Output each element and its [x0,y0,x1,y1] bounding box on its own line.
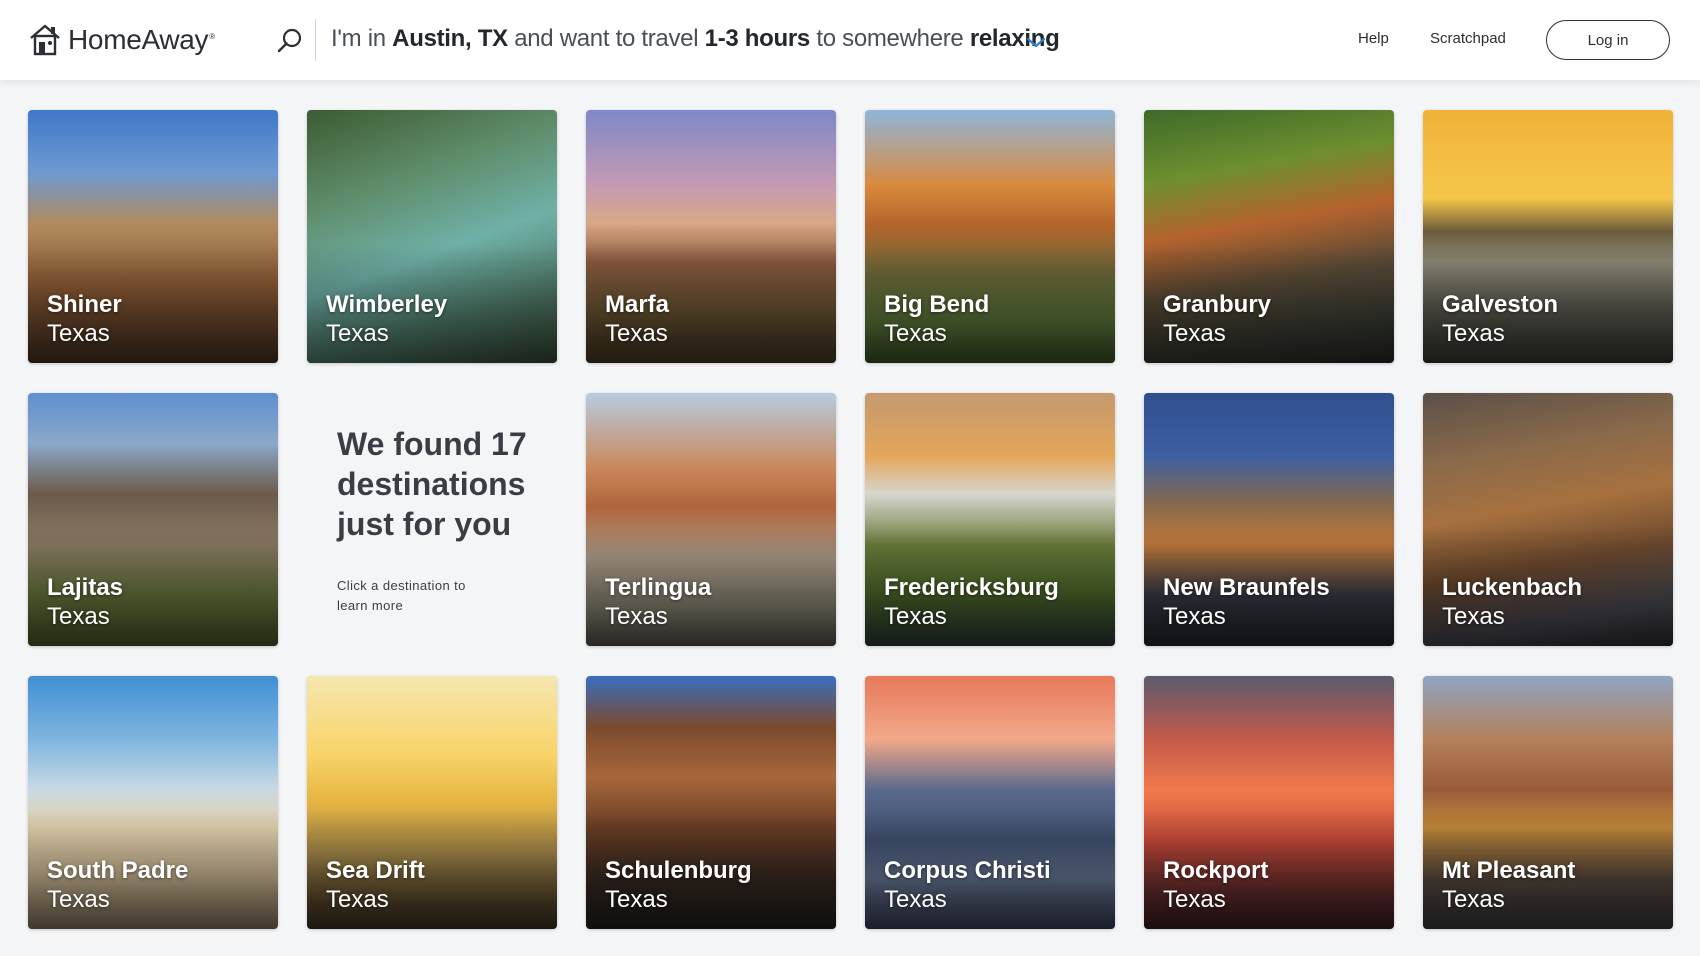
destination-state: Texas [47,603,110,630]
query-middle: and want to travel [507,25,705,52]
destination-state: Texas [605,603,668,630]
destination-card[interactable]: Marfa Texas [586,110,836,363]
destination-state: Texas [605,886,668,913]
destination-state: Texas [47,320,110,347]
destination-state: Texas [605,320,668,347]
destination-name: Mt Pleasant [1442,857,1576,884]
destination-card[interactable]: Terlingua Texas [586,393,836,646]
destination-card[interactable]: South Padre Texas [28,676,278,929]
destination-card[interactable]: Luckenbach Texas [1423,393,1673,646]
destination-state: Texas [326,886,389,913]
destination-state: Texas [1442,886,1505,913]
destination-name: Luckenbach [1442,574,1583,601]
destination-card[interactable]: Rockport Texas [1144,676,1394,929]
chevron-down-icon[interactable] [1024,34,1048,50]
destination-name: New Braunfels [1163,574,1330,601]
destination-state: Texas [884,320,947,347]
house-logo-icon [30,24,60,56]
query-duration[interactable]: 1-3 hours [705,25,811,52]
destination-card[interactable]: Galveston Texas [1423,110,1673,363]
destination-name: Terlingua [605,574,712,601]
destination-state: Texas [1442,603,1505,630]
destination-card[interactable]: Fredericksburg Texas [865,393,1115,646]
destination-state: Texas [1163,603,1226,630]
query-tail: to somewhere [809,25,970,52]
results-summary: We found 17 destinations just for you Cl… [337,424,577,616]
destination-name: Rockport [1163,857,1269,884]
search-icon[interactable] [275,26,305,56]
destination-state: Texas [47,886,110,913]
destination-name: Marfa [605,291,670,318]
help-link[interactable]: Help [1358,30,1389,47]
destination-card[interactable]: New Braunfels Texas [1144,393,1394,646]
destination-state: Texas [1163,886,1226,913]
destination-name: Sea Drift [326,857,425,884]
destination-name: Lajitas [47,574,124,601]
destination-card[interactable]: Big Bend Texas [865,110,1115,363]
destination-card[interactable]: Sea Drift Texas [307,676,557,929]
destination-card[interactable]: Corpus Christi Texas [865,676,1115,929]
destination-state: Texas [1163,320,1226,347]
destination-name: Schulenburg [605,857,752,884]
destination-name: Corpus Christi [884,857,1051,884]
destination-name: Granbury [1163,291,1272,318]
destination-card[interactable]: Mt Pleasant Texas [1423,676,1673,929]
destination-name: Galveston [1442,291,1559,318]
scratchpad-link[interactable]: Scratchpad [1430,30,1506,47]
top-header: HomeAway® I'm in Austin, TX and want to … [0,0,1700,80]
brand-name: HomeAway® [68,24,215,55]
query-location[interactable]: Austin, TX [392,25,508,52]
results-subtitle: Click a destination to learn more [337,578,466,613]
login-button[interactable]: Log in [1546,20,1670,60]
destination-card[interactable]: Wimberley Texas [307,110,557,363]
homeaway-logo[interactable]: HomeAway® [28,20,215,60]
destination-card[interactable]: Schulenburg Texas [586,676,836,929]
destination-name: Wimberley [326,291,448,318]
destination-name: South Padre [47,857,189,884]
destination-name: Fredericksburg [884,574,1059,601]
destination-name: Shiner [47,291,122,318]
destination-state: Texas [326,320,389,347]
destination-state: Texas [884,603,947,630]
search-divider [315,19,316,61]
destination-state: Texas [1442,320,1505,347]
query-prefix: I'm in [331,25,393,52]
results-title: We found 17 destinations just for you [337,426,527,542]
search-query[interactable]: I'm in Austin, TX and want to travel 1-3… [331,25,1060,53]
destination-name: Big Bend [884,291,990,318]
destination-state: Texas [884,886,947,913]
destination-card[interactable]: Lajitas Texas [28,393,278,646]
destination-card[interactable]: Granbury Texas [1144,110,1394,363]
destination-card[interactable]: Shiner Texas [28,110,278,363]
